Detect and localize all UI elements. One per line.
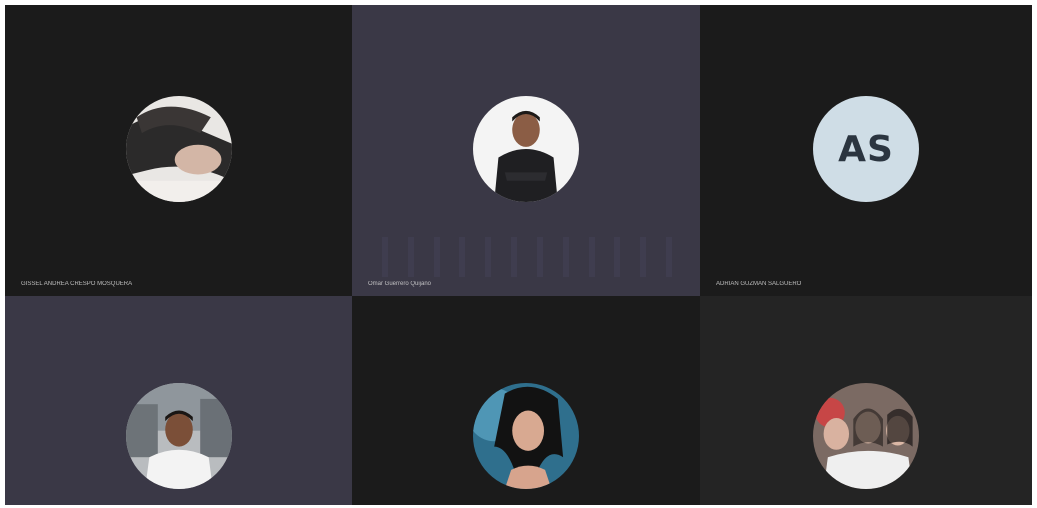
profile-photo-icon [473, 96, 579, 202]
participant-avatar-5 [473, 383, 579, 489]
participant-avatar-6 [813, 383, 919, 489]
participant-tile-5[interactable] [352, 296, 700, 505]
participant-name-1: GISSEL ANDREA CRESPO MOSQUERA [21, 281, 133, 287]
participant-tile-1[interactable]: GISSEL ANDREA CRESPO MOSQUERA [5, 5, 352, 296]
participant-name-2: Omar Guerrero Quijano [368, 281, 432, 287]
participant-avatar-4 [125, 383, 232, 489]
participant-avatar-2 [473, 96, 579, 202]
profile-photo-icon [125, 383, 232, 489]
participant-tile-3[interactable]: AS ADRIAN GUZMAN SALGUERO [700, 5, 1032, 296]
participant-tile-6[interactable] [700, 296, 1032, 505]
participant-tile-2[interactable]: Omar Guerrero Quijano [352, 5, 700, 296]
profile-photo-icon [813, 383, 919, 489]
audio-visualizer [382, 237, 672, 277]
participant-avatar-1 [125, 96, 232, 202]
profile-photo-icon [125, 96, 232, 202]
video-call-grid: GISSEL ANDREA CRESPO MOSQUERA Omar Guerr… [5, 5, 1032, 505]
initials-avatar: AS [813, 96, 919, 202]
profile-photo-icon [473, 383, 579, 489]
participant-name-3: ADRIAN GUZMAN SALGUERO [716, 281, 802, 287]
participant-tile-4[interactable] [5, 296, 352, 505]
